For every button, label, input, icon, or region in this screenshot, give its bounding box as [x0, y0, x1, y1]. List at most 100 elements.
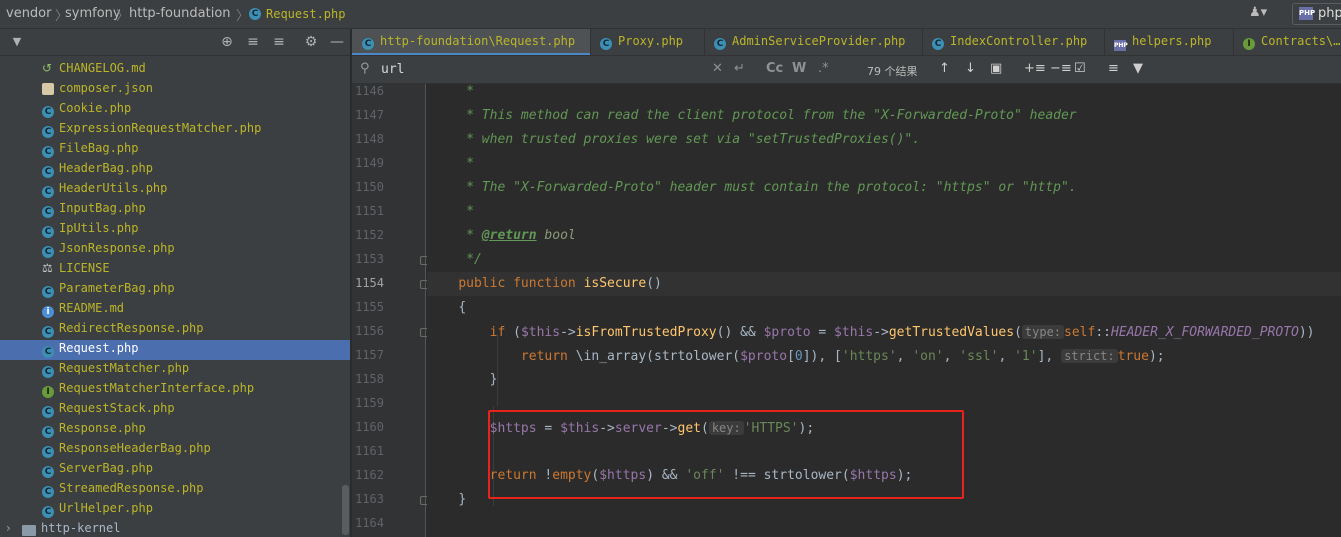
user-account-icon[interactable]: ♟▾ — [1249, 5, 1267, 20]
tree-item-label: Request.php — [59, 341, 139, 355]
code-line-1156: if ($this->isFromTrustedProxy() && $prot… — [489, 325, 1315, 340]
breadcrumb-http-foundation[interactable]: http-foundation — [129, 6, 231, 21]
match-case-toggle[interactable]: Cc — [766, 61, 783, 76]
tree-item[interactable]: C FileBag.php — [0, 140, 350, 160]
tree-item[interactable]: i README.md — [0, 300, 350, 320]
tree-item[interactable]: composer.json — [0, 80, 350, 100]
tree-item-label: RequestStack.php — [59, 401, 175, 415]
tree-item[interactable]: ⚖ LICENSE — [0, 260, 350, 280]
line-number: 1164 — [355, 516, 384, 530]
tree-item[interactable]: C ServerBag.php — [0, 460, 350, 480]
line-number: 1146 — [355, 84, 384, 98]
tree-folder-label: http-kernel — [41, 521, 121, 535]
line-number: 1162 — [355, 468, 384, 482]
breadcrumb-symfony[interactable]: symfony — [65, 6, 121, 21]
match-count: 79 个结果 — [867, 65, 918, 78]
editor-tab[interactable]: C IndexController.php — [922, 29, 1104, 55]
php-file-icon: PHP — [1114, 40, 1128, 51]
line-number: 1152 — [355, 228, 384, 242]
tree-item[interactable]: C ParameterBag.php — [0, 280, 350, 300]
select-all-occurrences-icon[interactable]: ▣ — [990, 61, 1002, 76]
tree-item-label: RequestMatcher.php — [59, 361, 190, 375]
tree-item[interactable]: C HeaderBag.php — [0, 160, 350, 180]
filter-icon[interactable]: ▼ — [1133, 61, 1143, 76]
line-number-gutter: 1146 1147 1148 1149 1150 1151 1152 1153 1154 1155… — [352, 84, 429, 537]
remove-occurrence-icon[interactable]: −≡ — [1050, 61, 1072, 76]
editor-tab[interactable]: C Proxy.php — [590, 29, 704, 55]
chevron-right-icon[interactable]: › — [6, 521, 11, 535]
hide-panel-icon[interactable]: — — [328, 33, 346, 51]
add-occurrence-icon[interactable]: +≡ — [1024, 61, 1046, 76]
code-line-1151: * — [466, 204, 474, 219]
line-number: 1151 — [355, 204, 384, 218]
tree-item[interactable]: C UrlHelper.php — [0, 500, 350, 520]
tree-item[interactable]: ↺ CHANGELOG.md — [0, 60, 350, 80]
line-number: 1149 — [355, 156, 384, 170]
class-icon: C — [42, 404, 54, 419]
class-icon: C — [600, 36, 612, 51]
tree-item-label: ExpressionRequestMatcher.php — [59, 121, 262, 135]
editor-tabs: Chttp-foundation\Request.php C Proxy.php C A… — [352, 29, 1341, 56]
tree-item[interactable]: C StreamedResponse.php — [0, 480, 350, 500]
class-icon: C — [42, 144, 54, 159]
tree-item[interactable]: C ResponseHeaderBag.php — [0, 440, 350, 460]
editor-tab[interactable]: I Contracts\… — [1233, 29, 1341, 55]
tree-item[interactable]: C RequestStack.php — [0, 400, 350, 420]
interface-icon: I — [42, 384, 54, 399]
sidebar-scrollbar[interactable] — [342, 485, 349, 535]
search-input[interactable] — [381, 60, 711, 78]
tree-item-label: README.md — [59, 301, 125, 315]
php-interpreter-label: php — [1318, 6, 1341, 21]
class-icon: C — [42, 324, 54, 339]
editor-tab[interactable]: PHP helpers.php — [1104, 29, 1233, 55]
class-icon: C — [42, 104, 54, 119]
search-icon[interactable]: ⚲ — [360, 61, 370, 76]
tree-item[interactable]: C IpUtils.php — [0, 220, 350, 240]
tree-item-label: ParameterBag.php — [59, 281, 175, 295]
locate-file-icon[interactable]: ⊕ — [218, 33, 236, 51]
class-icon: C — [42, 484, 54, 499]
tree-item-label: InputBag.php — [59, 201, 146, 215]
tree-item[interactable]: C Request.php — [0, 340, 350, 360]
code-line-1152: * @return bool — [466, 228, 576, 243]
class-icon: C — [42, 164, 54, 179]
breadcrumb-vendor[interactable]: vendor — [6, 6, 51, 21]
next-match-icon[interactable]: ↓ — [965, 61, 976, 76]
tree-item-label: HeaderUtils.php — [59, 181, 168, 195]
select-occurrences-icon[interactable]: ☑ — [1074, 61, 1086, 76]
tree-item[interactable]: I RequestMatcherInterface.php — [0, 380, 350, 400]
view-dropdown-icon[interactable]: ▼ — [8, 33, 26, 51]
editor-tab[interactable]: C AdminServiceProvider.php — [704, 29, 922, 55]
tree-item[interactable]: C RequestMatcher.php — [0, 360, 350, 380]
clear-search-icon[interactable]: ✕ — [712, 61, 723, 76]
regex-toggle[interactable]: .* — [818, 61, 829, 76]
tree-item[interactable]: C Response.php — [0, 420, 350, 440]
tree-folder-http-kernel[interactable]: › http-kernel — [0, 520, 350, 537]
parameter-hint-type: type: — [1021, 325, 1065, 339]
editor-tab[interactable]: Chttp-foundation\Request.php — [352, 29, 590, 55]
php-icon: PHP — [1299, 7, 1315, 20]
previous-match-icon[interactable]: ↑ — [939, 61, 950, 76]
tree-item[interactable]: C HeaderUtils.php — [0, 180, 350, 200]
tree-item[interactable]: C RedirectResponse.php — [0, 320, 350, 340]
line-number: 1160 — [355, 420, 384, 434]
line-number: 1150 — [355, 180, 384, 194]
code-line-1155: { — [458, 300, 467, 315]
tree-item[interactable]: C InputBag.php — [0, 200, 350, 220]
navigation-bar: vendor 〉 symfony 〉 http-foundation 〉 C R… — [0, 0, 1341, 29]
line-number: 1161 — [355, 444, 384, 458]
collapse-all-icon[interactable]: ≡ — [270, 33, 288, 51]
expand-all-icon[interactable]: ≡ — [244, 33, 262, 51]
class-icon: C — [42, 204, 54, 219]
tree-item[interactable]: C Cookie.php — [0, 100, 350, 120]
tree-item-label: CHANGELOG.md — [59, 61, 146, 75]
tree-item[interactable]: C ExpressionRequestMatcher.php — [0, 120, 350, 140]
in-selection-icon[interactable]: ≡ — [1108, 61, 1119, 76]
tree-item-label: Cookie.php — [59, 101, 132, 115]
tree-item[interactable]: C JsonResponse.php — [0, 240, 350, 260]
settings-gear-icon[interactable]: ⚙ — [302, 33, 320, 51]
breadcrumb-request-file[interactable]: Request.php — [266, 7, 345, 21]
new-line-icon[interactable]: ↵ — [734, 61, 745, 76]
whole-words-toggle[interactable]: W — [792, 61, 806, 76]
line-number: 1154 — [355, 276, 384, 290]
